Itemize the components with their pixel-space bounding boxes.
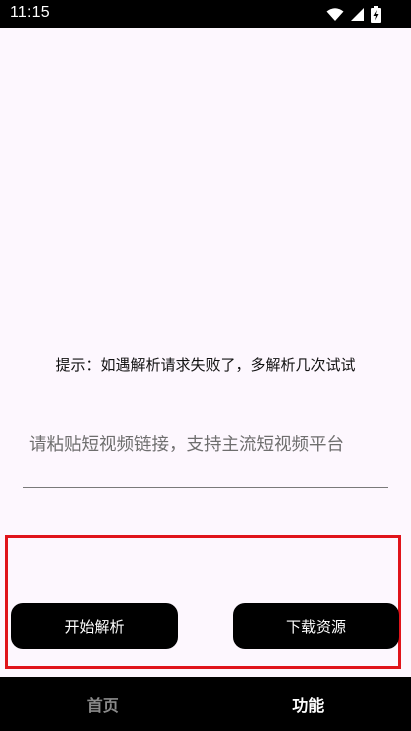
- status-bar: 11:15: [0, 0, 411, 28]
- nav-item-home[interactable]: 首页: [0, 677, 206, 731]
- link-input[interactable]: [23, 394, 388, 488]
- hint-text: 提示：如遇解析请求失败了，多解析几次试试: [55, 356, 356, 374]
- wifi-icon: [326, 7, 344, 22]
- status-time: 11:15: [10, 4, 50, 21]
- download-resource-button[interactable]: 下载资源: [233, 603, 399, 649]
- battery-charging-icon: [371, 5, 381, 23]
- status-icons: [326, 5, 381, 23]
- bottom-nav: 首页 功能: [0, 677, 411, 731]
- signal-icon: [350, 7, 365, 22]
- start-parse-button[interactable]: 开始解析: [11, 603, 178, 649]
- nav-item-functions[interactable]: 功能: [206, 677, 411, 731]
